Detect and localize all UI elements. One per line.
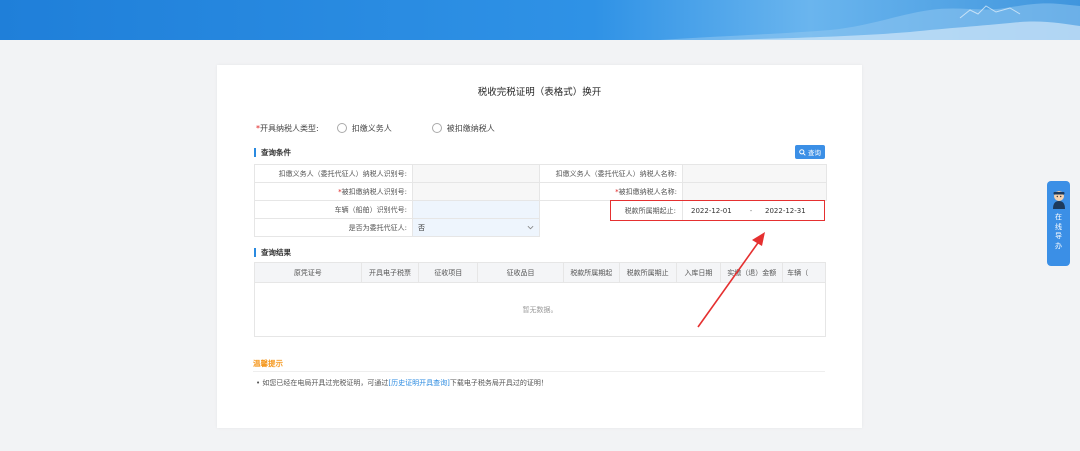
tips-text-before: 如您已经在电局开具过完税证明，可通过 bbox=[262, 379, 389, 387]
query-row: 是否为委托代征人: 否 bbox=[254, 218, 827, 237]
agent-id-label: 扣缴义务人（委托代征人）纳税人识别号: bbox=[254, 164, 413, 183]
column-header: 入库日期 bbox=[677, 263, 722, 282]
tax-period-range[interactable]: 税款所属期起止: 2022-12-01 - 2022-12-31 bbox=[610, 200, 825, 221]
taxpayer-name-input[interactable] bbox=[682, 182, 827, 201]
guide-char: 在 bbox=[1055, 213, 1062, 221]
tax-period-start[interactable]: 2022-12-01 bbox=[683, 207, 743, 215]
header-banner bbox=[0, 0, 1080, 40]
radio-label: 扣缴义务人 bbox=[351, 123, 392, 133]
taxpayer-type-row: * 开具纳税人类型: 扣缴义务人 被扣缴纳税人 bbox=[256, 122, 495, 134]
guide-char: 导 bbox=[1055, 232, 1062, 240]
is-agent-select[interactable]: 否 bbox=[412, 218, 540, 237]
tips-title: 温馨提示 bbox=[253, 359, 283, 368]
radio-circle-icon bbox=[336, 123, 347, 133]
query-row: 扣缴义务人（委托代征人）纳税人识别号: 扣缴义务人（委托代征人）纳税人名称: bbox=[254, 164, 827, 183]
agent-name-label: 扣缴义务人（委托代征人）纳税人名称: bbox=[539, 164, 683, 183]
radio-withholding-agent[interactable]: 扣缴义务人 bbox=[336, 123, 392, 134]
taxpayer-name-label: *被扣缴纳税人名称: bbox=[539, 182, 683, 201]
bullet: • bbox=[256, 379, 261, 387]
online-guide-widget[interactable]: 在 线 导 办 bbox=[1047, 181, 1070, 266]
column-header: 税款所属期止 bbox=[620, 263, 677, 282]
radio-circle-icon bbox=[431, 123, 442, 133]
results-section-title: 查询结果 bbox=[254, 248, 291, 257]
guide-char: 办 bbox=[1055, 241, 1062, 250]
empty-cell bbox=[683, 219, 827, 237]
form-card: 税收完税证明（表格式）换开 * 开具纳税人类型: 扣缴义务人 被扣缴纳税人 查询… bbox=[217, 65, 862, 428]
tips-text-after: 下载电子税务局开具过的证明！ bbox=[449, 379, 548, 387]
tips-text: • 如您已经在电局开具过完税证明，可通过[历史证明开具查询]下载电子税务局开具过… bbox=[256, 378, 548, 388]
vehicle-id-label: 车辆（船舶）识别代号: bbox=[254, 200, 413, 219]
taxpayer-id-label: *被扣缴纳税人识别号: bbox=[254, 182, 413, 201]
search-icon bbox=[799, 148, 806, 156]
mountain-decoration-icon bbox=[660, 3, 1080, 40]
column-header: 开具电子税票 bbox=[362, 263, 420, 282]
is-agent-label: 是否为委托代征人: bbox=[254, 218, 413, 237]
column-header: 征收项目 bbox=[419, 263, 479, 282]
results-table: 原凭证号 开具电子税票 征收项目 征收品目 税款所属期起 税款所属期止 入库日期… bbox=[254, 262, 826, 337]
query-button-label: 查询 bbox=[808, 149, 821, 157]
chevron-down-icon bbox=[527, 225, 534, 230]
taxpayer-id-input[interactable] bbox=[412, 182, 540, 201]
range-separator: - bbox=[749, 206, 753, 215]
column-header: 税款所属期起 bbox=[564, 263, 620, 282]
empty-cell bbox=[540, 219, 683, 237]
query-row: *被扣缴纳税人识别号: *被扣缴纳税人名称: bbox=[254, 182, 827, 201]
guide-char: 线 bbox=[1055, 222, 1062, 231]
assistant-avatar-icon bbox=[1052, 191, 1065, 209]
online-guide-label: 在 线 导 办 bbox=[1055, 213, 1063, 251]
column-header: 车辆（ bbox=[787, 268, 809, 277]
results-table-header: 原凭证号 开具电子税票 征收项目 征收品目 税款所属期起 税款所属期止 入库日期… bbox=[255, 263, 825, 283]
tax-period-end[interactable]: 2022-12-31 bbox=[759, 207, 824, 215]
column-header: 征收品目 bbox=[478, 263, 564, 282]
is-agent-value: 否 bbox=[418, 223, 425, 232]
history-query-link[interactable]: [历史证明开具查询] bbox=[388, 379, 449, 387]
query-section-title: 查询条件 bbox=[254, 148, 291, 157]
column-header: 原凭证号 bbox=[255, 263, 362, 282]
query-button[interactable]: 查询 bbox=[795, 145, 825, 159]
taxpayer-type-label: 开具纳税人类型: bbox=[260, 123, 319, 133]
column-header: 实缴（退）金额 bbox=[721, 263, 784, 282]
taxpayer-name-label-text: 被扣缴纳税人名称: bbox=[618, 187, 677, 196]
radio-label: 被扣缴纳税人 bbox=[446, 123, 495, 133]
vehicle-id-input[interactable] bbox=[412, 200, 540, 219]
agent-id-input[interactable] bbox=[412, 164, 540, 183]
radio-withheld-taxpayer[interactable]: 被扣缴纳税人 bbox=[431, 123, 495, 134]
tax-period-label: 税款所属期起止: bbox=[611, 201, 683, 220]
empty-data-text: 暂无数据。 bbox=[522, 305, 558, 314]
taxpayer-id-label-text: 被扣缴纳税人识别号: bbox=[341, 187, 407, 196]
agent-name-input[interactable] bbox=[682, 164, 827, 183]
page-title: 税收完税证明（表格式）换开 bbox=[477, 87, 602, 98]
divider bbox=[253, 371, 825, 372]
